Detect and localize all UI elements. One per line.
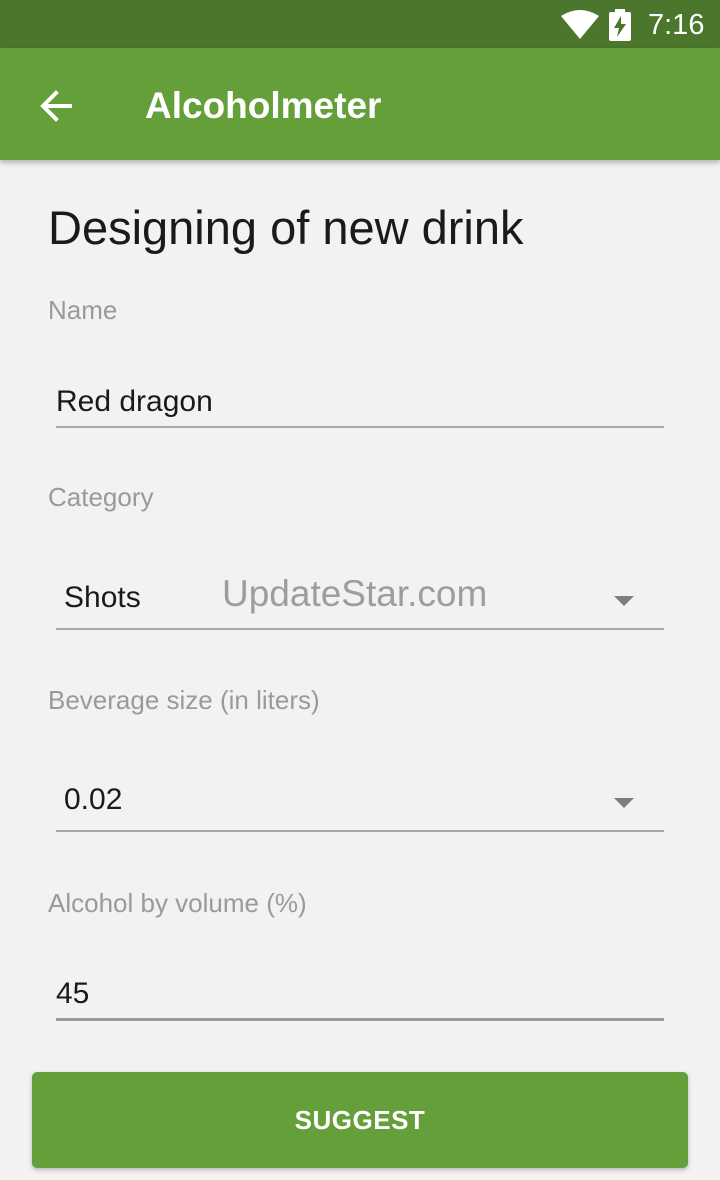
- status-time: 7:16: [648, 9, 705, 41]
- name-value: Red dragon: [56, 385, 213, 418]
- name-input[interactable]: Red dragon: [56, 378, 664, 428]
- dropdown-arrow-icon: [614, 596, 634, 606]
- suggest-button[interactable]: SUGGEST: [32, 1072, 688, 1168]
- page-heading: Designing of new drink: [48, 201, 524, 254]
- category-label: Category: [48, 482, 154, 512]
- category-value: Shots: [64, 581, 141, 614]
- beverage-size-value: 0.02: [64, 783, 123, 816]
- beverage-size-dropdown[interactable]: 0.02: [56, 770, 664, 832]
- arrow-back-icon[interactable]: [34, 84, 78, 128]
- battery-charging-icon: [609, 9, 631, 41]
- dropdown-arrow-icon: [614, 798, 634, 808]
- abv-value: 45: [56, 977, 90, 1010]
- status-bar: 7:16: [0, 0, 720, 48]
- abv-label: Alcohol by volume (%): [48, 888, 307, 918]
- app-title: Alcoholmeter: [145, 85, 382, 126]
- name-label: Name: [48, 295, 118, 325]
- wifi-icon: [561, 10, 599, 39]
- app-bar: Alcoholmeter: [0, 48, 720, 160]
- watermark: UpdateStar.com: [222, 573, 488, 614]
- abv-input[interactable]: 45: [56, 970, 664, 1021]
- beverage-size-label: Beverage size (in liters): [48, 685, 320, 715]
